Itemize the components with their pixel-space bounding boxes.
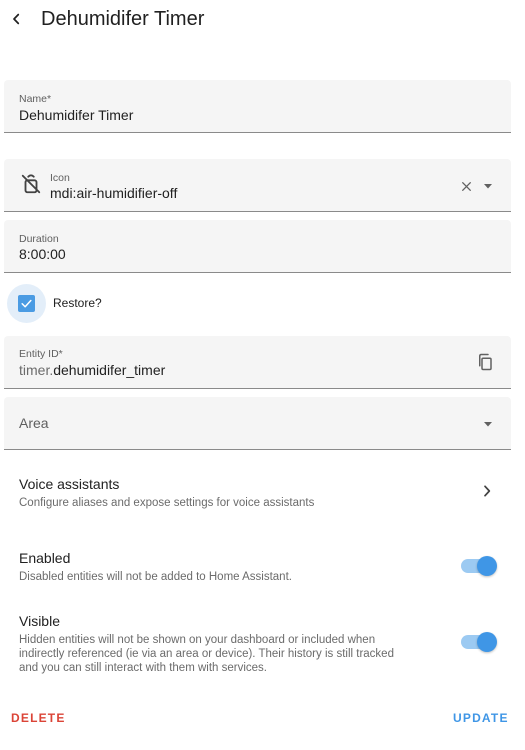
voice-assistants-row[interactable]: Voice assistants Configure aliases and e… [0,466,525,520]
entity-id-object: dehumidifer_timer [53,362,166,378]
entity-id-prefix: timer. [19,362,54,378]
entity-id-field-label: Entity ID* [19,348,63,360]
chevron-left-icon [13,13,20,25]
update-button[interactable]: UPDATE [453,711,509,725]
voice-assistants-description: Configure aliases and expose settings fo… [19,497,315,509]
check-icon [21,299,32,308]
voice-assistants-title: Voice assistants [19,476,120,492]
restore-checkbox[interactable] [7,284,46,323]
visible-description-line-2: indirectly referenced (ie via an area or… [19,648,394,660]
visible-description-line-1: Hidden entities will not be shown on you… [19,634,376,646]
visible-toggle[interactable] [461,632,497,652]
name-field[interactable]: Name* Dehumidifer Timer [4,80,511,133]
entity-id-field[interactable]: Entity ID* timer.dehumidifer_timer [4,336,511,389]
duration-field[interactable]: Duration 8:00:00 [4,220,511,273]
icon-picker-field[interactable]: Icon mdi:air-humidifier-off [4,159,511,212]
copy-entity-id-button[interactable] [474,351,496,373]
name-field-label: Name* [19,93,52,105]
icon-field-label: Icon [50,172,70,184]
icon-dropdown-button[interactable] [478,176,498,196]
enabled-title: Enabled [19,550,71,566]
air-humidifier-off-icon [20,173,42,195]
dialog-header: Dehumidifer Timer [0,0,525,38]
duration-field-value: 8:00:00 [19,246,66,262]
area-dropdown-button[interactable] [478,414,498,434]
name-field-value: Dehumidifer Timer [19,107,134,123]
caret-down-icon [484,422,492,427]
area-select[interactable]: Area [4,397,511,450]
caret-down-icon [484,184,492,189]
enabled-toggle[interactable] [461,556,497,576]
chevron-right-icon [479,483,495,499]
close-icon [461,181,471,191]
enabled-description: Disabled entities will not be added to H… [19,571,292,583]
visible-description-line-3: and you can still interact with them wit… [19,662,267,674]
back-button[interactable] [4,6,28,32]
copy-icon [479,353,492,371]
visible-title: Visible [19,613,60,629]
duration-field-label: Duration [19,233,59,245]
clear-icon-button[interactable] [456,176,476,196]
page-title: Dehumidifer Timer [41,8,205,30]
delete-button[interactable]: DELETE [11,711,66,725]
toggle-thumb [477,556,497,576]
checkbox-box [18,295,35,312]
toggle-thumb [477,632,497,652]
restore-label: Restore? [53,296,102,310]
icon-field-value: mdi:air-humidifier-off [50,185,178,201]
area-select-placeholder: Area [19,415,49,431]
entity-id-field-value: timer.dehumidifer_timer [19,361,165,379]
